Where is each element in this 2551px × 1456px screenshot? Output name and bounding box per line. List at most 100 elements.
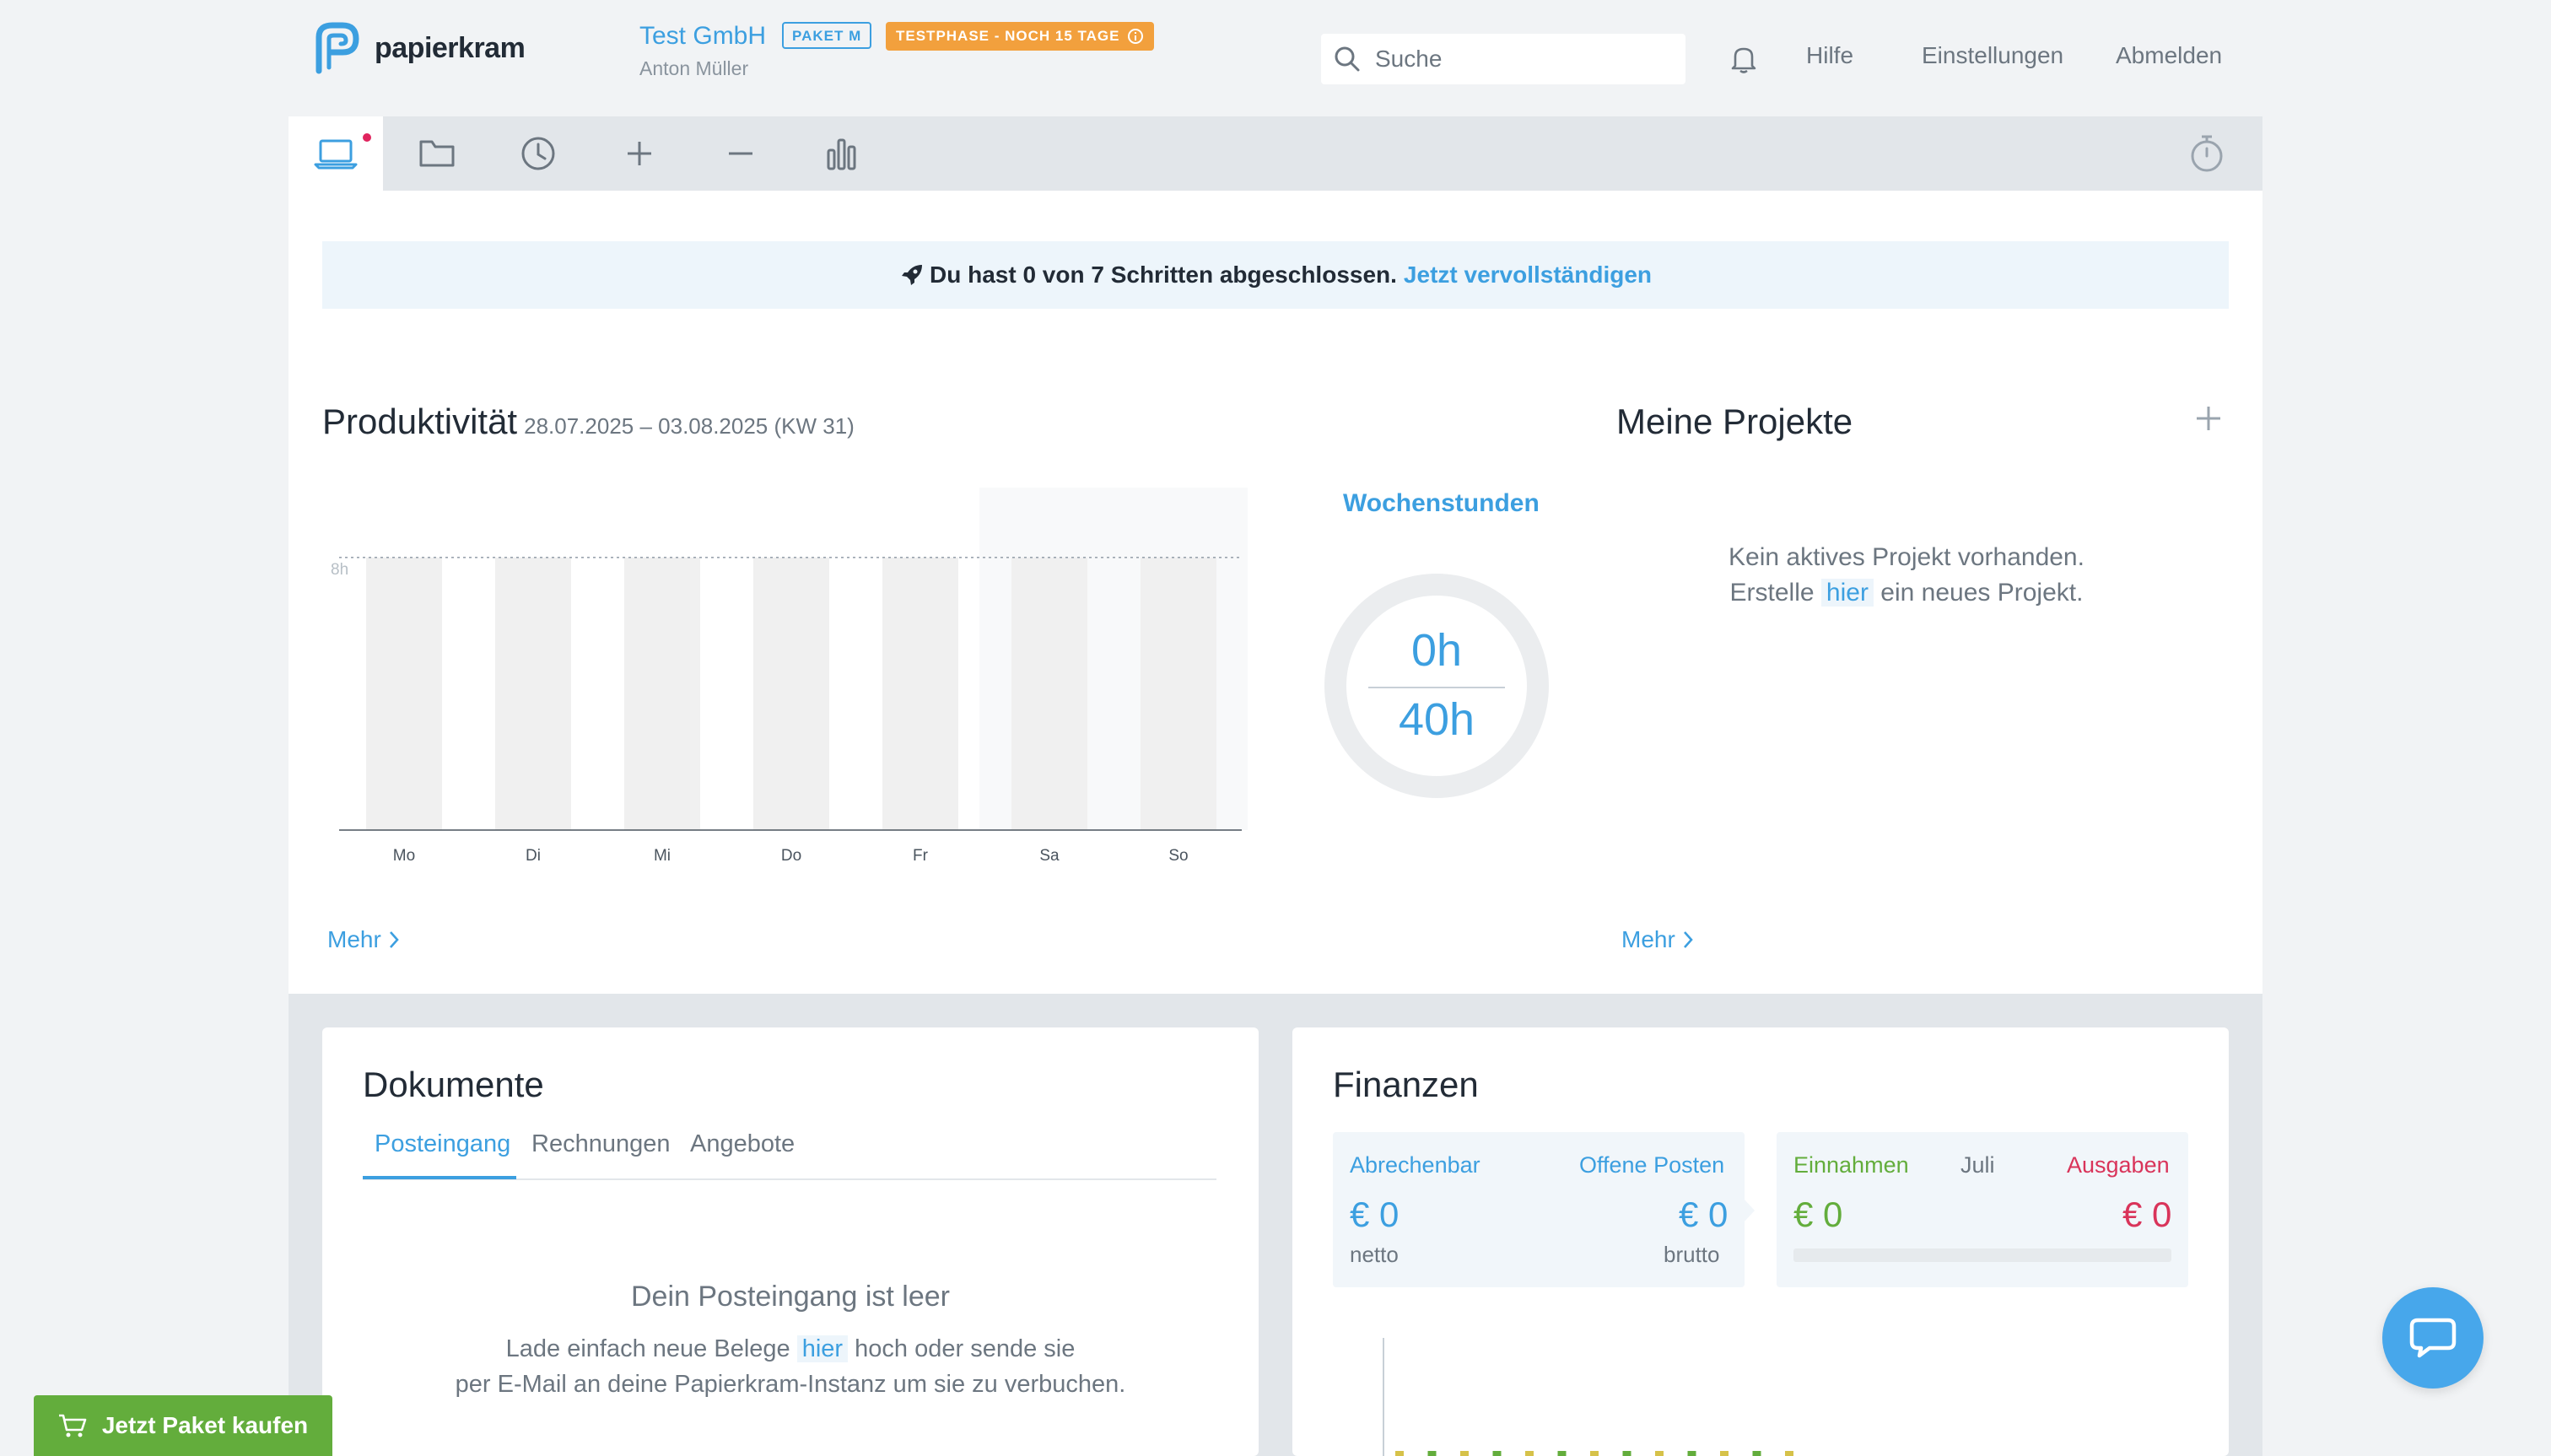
create-project-link[interactable]: hier	[1820, 579, 1874, 607]
documents-title: Dokumente	[363, 1065, 544, 1104]
productivity-more-label: Mehr	[327, 926, 381, 952]
target-bar-di	[495, 557, 571, 830]
projects-title: Meine Projekte	[1616, 402, 1853, 441]
chat-bubble-icon	[2409, 1318, 2457, 1358]
chevron-right-icon	[389, 931, 399, 948]
x-tick-label: Mo	[393, 847, 415, 865]
nav-time[interactable]	[491, 116, 585, 191]
finance-month-marker	[1687, 1451, 1696, 1456]
active-tab-indicator	[363, 1176, 516, 1179]
donut-divider	[1368, 687, 1505, 688]
x-tick-label: Sa	[1039, 847, 1060, 865]
company-switcher[interactable]: Test GmbH	[639, 22, 766, 51]
onboarding-banner: Du hast 0 von 7 Schritten abgeschlossen.…	[322, 241, 2229, 309]
finance-month-marker	[1460, 1451, 1469, 1456]
billable-unit: netto	[1350, 1242, 1399, 1267]
tab-angebote[interactable]: Angebote	[690, 1130, 795, 1158]
search-input[interactable]	[1373, 45, 1680, 73]
logo[interactable]: papierkram	[314, 20, 526, 76]
projects-more-link[interactable]: Mehr	[1621, 926, 1694, 953]
income-expense-bar	[1793, 1248, 2171, 1262]
bar-chart-icon	[827, 138, 856, 170]
target-bar-do	[753, 557, 829, 830]
company-name[interactable]: Test GmbH	[639, 22, 766, 50]
search-icon	[1335, 46, 1360, 72]
clock-icon	[521, 137, 555, 170]
nav-expenses[interactable]	[693, 116, 788, 191]
income-label: Einnahmen	[1793, 1152, 1909, 1178]
productivity-heading: Produktivität 28.07.2025 – 03.08.2025 (KW…	[322, 402, 855, 442]
finance-month-marker	[1622, 1451, 1631, 1456]
week-hours-current: 0h	[1410, 625, 1463, 676]
finance-month-marker	[1720, 1451, 1729, 1456]
search-box[interactable]	[1321, 34, 1685, 84]
open-items-unit: brutto	[1664, 1242, 1720, 1267]
finance-chart	[1383, 1338, 1793, 1456]
chat-button[interactable]	[2382, 1287, 2484, 1389]
stopwatch-icon	[2191, 135, 2223, 172]
folder-icon	[419, 140, 455, 167]
x-tick-label: Mi	[654, 847, 671, 865]
nav-timer[interactable]	[2160, 116, 2254, 191]
onboarding-text: Du hast 0 von 7 Schritten abgeschlossen.	[929, 262, 1397, 288]
productivity-chart: Mo Di Mi Do Fr Sa So 8h	[322, 481, 1250, 877]
target-bar-so	[1141, 557, 1216, 830]
logout-link[interactable]: Abmelden	[2116, 42, 2222, 69]
projects-empty-after: ein neues Projekt.	[1880, 579, 2084, 607]
nav-income[interactable]	[592, 116, 687, 191]
tab-posteingang[interactable]: Posteingang	[375, 1130, 510, 1158]
expenses-label: Ausgaben	[2067, 1152, 2170, 1178]
finance-month-marker	[1785, 1451, 1793, 1456]
top-header: papierkram Test GmbH PAKET M TESTPHASE -…	[0, 0, 2551, 116]
cart-icon	[58, 1414, 87, 1437]
inbox-empty-title: Dein Posteingang ist leer	[630, 1281, 950, 1313]
productivity-more-link[interactable]: Mehr	[327, 926, 400, 953]
billable-label: Abrechenbar	[1350, 1152, 1480, 1178]
x-tick-label: So	[1168, 847, 1188, 865]
projects-empty-before: Erstelle	[1729, 579, 1815, 607]
rocket-icon	[901, 265, 922, 285]
nav-dashboard[interactable]	[289, 116, 383, 191]
month-label: Juli	[1960, 1152, 1995, 1178]
week-hours-target: 40h	[1398, 694, 1475, 745]
upload-receipts-link[interactable]: hier	[796, 1335, 849, 1362]
expenses-value: € 0	[2122, 1194, 2172, 1234]
info-icon	[1127, 29, 1143, 44]
inbox-empty-text: Lade einfach neue Belege hier hoch oder …	[364, 1331, 1216, 1402]
chevron-right-icon	[1683, 931, 1693, 948]
projects-empty-state: Kein aktives Projekt vorhanden. Erstelle…	[1653, 540, 2160, 611]
finance-month-marker	[1492, 1451, 1502, 1456]
finance-month-marker	[1590, 1451, 1599, 1456]
target-line-label: 8h	[331, 561, 348, 579]
income-value: € 0	[1793, 1194, 1843, 1234]
laptop-icon	[314, 139, 358, 170]
nav-documents[interactable]	[390, 116, 484, 191]
help-link[interactable]: Hilfe	[1806, 42, 1853, 69]
box-arrow	[1743, 1198, 1755, 1223]
main-nav	[289, 116, 2262, 191]
tab-rechnungen[interactable]: Rechnungen	[531, 1130, 670, 1158]
trial-badge[interactable]: TESTPHASE - NOCH 15 TAGE	[886, 22, 1154, 51]
finance-month-marker	[1752, 1451, 1761, 1456]
bell-icon	[1731, 47, 1756, 73]
user-name: Anton Müller	[639, 57, 749, 79]
inbox-empty-after: hoch oder sende sie	[855, 1335, 1076, 1362]
finance-month-marker	[1525, 1451, 1534, 1456]
nav-reports[interactable]	[795, 116, 889, 191]
finance-month-marker	[1427, 1451, 1437, 1456]
projects-more-label: Mehr	[1621, 926, 1675, 952]
target-bar-mo	[366, 557, 442, 830]
finance-month-marker	[1655, 1451, 1664, 1456]
add-project-button[interactable]	[2195, 405, 2222, 432]
settings-link[interactable]: Einstellungen	[1922, 42, 2063, 69]
notifications-button[interactable]	[1729, 44, 1758, 74]
paket-badge: PAKET M	[782, 22, 872, 49]
productivity-chart-svg: Mo Di Mi Do Fr Sa So 8h	[331, 488, 1248, 865]
onboarding-link[interactable]: Jetzt vervollständigen	[1404, 262, 1652, 289]
plus-icon	[2197, 407, 2220, 430]
buy-package-button[interactable]: Jetzt Paket kaufen	[34, 1395, 332, 1456]
open-items-label: Offene Posten	[1579, 1152, 1725, 1178]
finances-title: Finanzen	[1333, 1065, 1479, 1104]
buy-package-label: Jetzt Paket kaufen	[101, 1412, 309, 1438]
productivity-title: Produktivität	[322, 402, 518, 441]
